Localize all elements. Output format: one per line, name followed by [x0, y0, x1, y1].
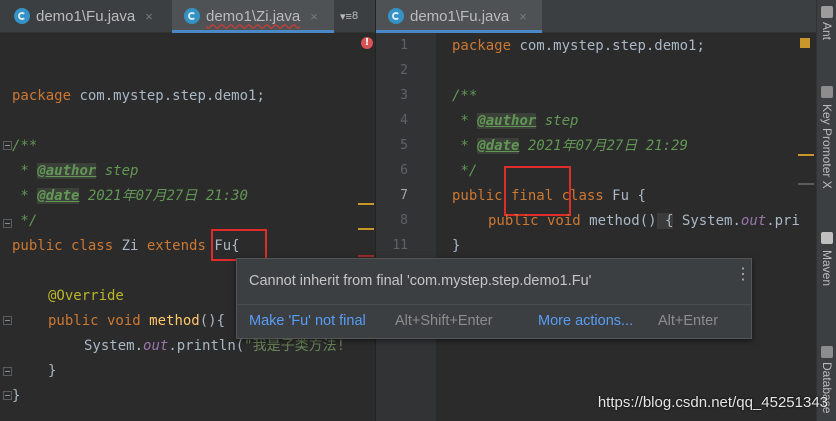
key-promoter-tool-button[interactable]: Key Promoter X [820, 104, 834, 189]
tab-overflow-button[interactable]: ▾≡ 8 [340, 0, 358, 32]
intention-popup: Cannot inherit from final 'com.mystep.st… [236, 258, 752, 339]
highlight-box-fu [211, 229, 267, 261]
line-number: 6 [400, 163, 408, 178]
code-line-doc-date: * @date 2021年07月27日 21:29 [452, 138, 688, 154]
code-line-package: package com.mystep.step.demo1; [452, 38, 705, 54]
line-number: 11 [392, 238, 408, 253]
error-message: Cannot inherit from final 'com.mystep.st… [249, 273, 592, 289]
code-line-println: System.out.println("我是子类方法! [84, 338, 346, 354]
code-line-override: @Override [48, 288, 124, 304]
line-number: 2 [400, 63, 408, 78]
code-line-doc-author: * @author step [12, 163, 139, 179]
left-tab-bar: demo1\Fu.java × demo1\Zi.java × ▾≡ 8 [0, 0, 375, 33]
code-line-class-decl: public class Zi extends Fu{ [12, 238, 240, 254]
code-line-doc-close: */ [452, 163, 478, 179]
more-actions-link[interactable]: More actions... [538, 313, 633, 329]
popup-divider [237, 304, 751, 305]
java-class-icon [14, 8, 30, 24]
warning-indicator-icon[interactable] [800, 38, 810, 48]
code-line-doc-date: * @date 2021年07月27日 21:30 [12, 188, 248, 204]
fold-toggle-icon[interactable] [3, 219, 12, 228]
line-number: 1 [400, 38, 408, 53]
overflow-count: 8 [351, 10, 359, 22]
tab-fu-java-right[interactable]: demo1\Fu.java × [376, 0, 542, 33]
error-indicator-icon[interactable]: ! [361, 37, 373, 49]
fold-toggle-icon[interactable] [3, 367, 12, 376]
left-code-editor[interactable]: package com.mystep.step.demo1; /** * @au… [0, 33, 375, 421]
shortcut-make-not-final: Alt+Shift+Enter [395, 313, 493, 329]
fold-toggle-icon[interactable] [3, 316, 12, 325]
code-line-close-method: } [48, 363, 57, 379]
code-line-doc-open: /** [12, 138, 38, 154]
highlight-box-final [504, 166, 571, 216]
watermark-text: https://blog.csdn.net/qq_45251343 [597, 394, 828, 411]
right-tool-sidebar: Ant Key Promoter X Maven Database [816, 0, 836, 421]
warning-stripe[interactable] [358, 203, 374, 205]
tab-zi-java[interactable]: demo1\Zi.java × [172, 0, 334, 33]
close-tab-icon[interactable]: × [145, 9, 153, 24]
error-stripe[interactable] [358, 255, 374, 257]
warning-stripe[interactable] [358, 228, 374, 230]
line-number: 3 [400, 88, 408, 103]
code-line-doc-author: * @author step [452, 113, 579, 129]
code-line-doc-open: /** [452, 88, 478, 104]
code-line-doc-close: */ [12, 213, 38, 229]
code-line-close-class: } [12, 388, 21, 404]
java-class-icon [388, 8, 404, 24]
line-number: 8 [400, 213, 408, 228]
close-tab-icon[interactable]: × [519, 9, 527, 24]
shortcut-more-actions: Alt+Enter [658, 313, 719, 329]
code-line-method-decl: public void method(){ [48, 313, 226, 329]
line-number: 7 [400, 188, 408, 203]
key-promoter-icon [821, 86, 833, 98]
maven-icon [821, 232, 833, 244]
tab-label: demo1\Fu.java [36, 7, 136, 25]
close-tab-icon[interactable]: × [310, 9, 318, 24]
scroll-marker[interactable] [798, 183, 814, 185]
java-class-icon [184, 8, 200, 24]
more-options-icon[interactable]: ⋮ [735, 267, 751, 283]
overflow-icon: ▾≡ [340, 10, 352, 23]
tab-label: demo1\Zi.java [206, 7, 301, 25]
warning-stripe[interactable] [798, 154, 814, 156]
line-number: 5 [400, 138, 408, 153]
ant-tool-button[interactable]: Ant [820, 22, 834, 40]
code-line-method: public void method() { System.out.pri [488, 213, 800, 229]
code-line-close-class: } [452, 238, 461, 254]
make-not-final-link[interactable]: Make 'Fu' not final [249, 313, 366, 329]
database-icon [821, 346, 833, 358]
right-tab-bar: demo1\Fu.java × [376, 0, 816, 33]
line-number: 4 [400, 113, 408, 128]
maven-tool-button[interactable]: Maven [820, 250, 834, 286]
fold-toggle-icon[interactable] [3, 391, 12, 400]
right-code-editor[interactable]: package com.mystep.step.demo1; /** * @au… [436, 33, 816, 421]
ant-icon [821, 6, 833, 18]
right-line-gutter: 1 2 3 4 5 6 7 8 11 [376, 33, 449, 421]
tab-fu-java-left[interactable]: demo1\Fu.java × [14, 0, 169, 32]
code-line-package: package com.mystep.step.demo1; [12, 88, 265, 104]
tab-label: demo1\Fu.java [410, 7, 510, 25]
fold-toggle-icon[interactable] [3, 141, 12, 150]
